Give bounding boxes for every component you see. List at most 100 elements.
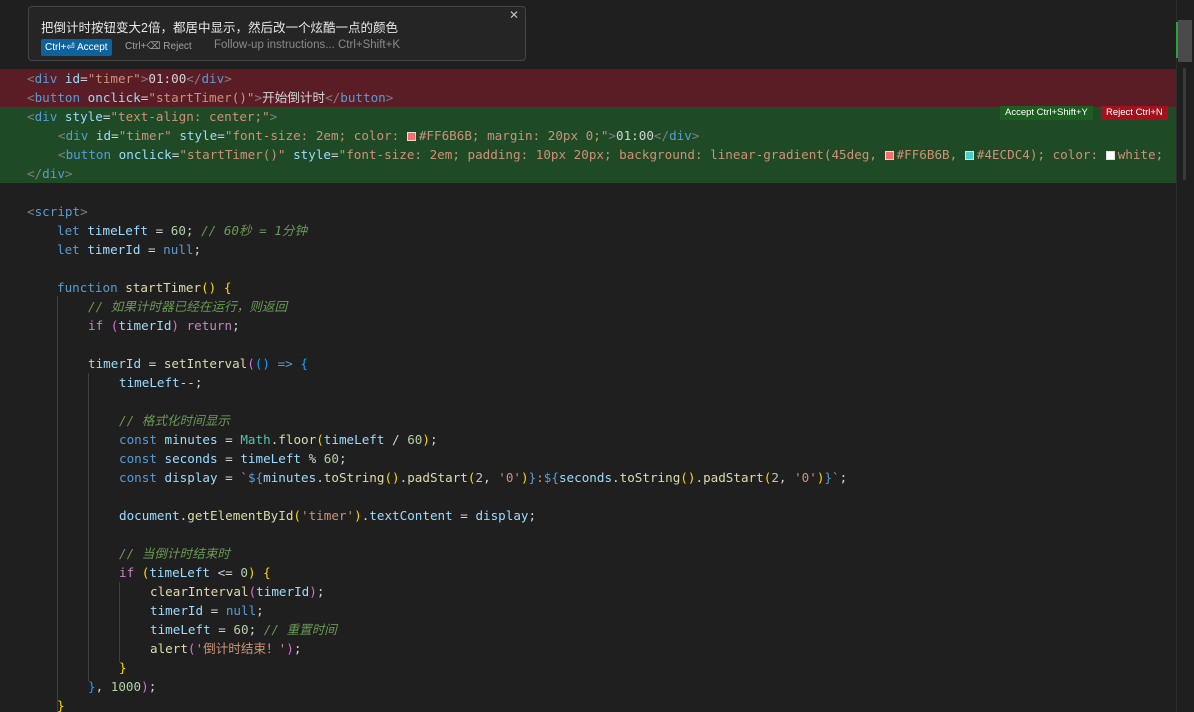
token: > [64,166,73,181]
code-line[interactable]: document.getElementById('timer').textCon… [0,506,1176,525]
code-line[interactable]: }, 1000); [0,677,1176,696]
code-line[interactable]: const seconds = timeLeft % 60; [0,449,1176,468]
token: button [340,90,386,105]
token: > [691,128,700,143]
token: . [612,470,620,485]
token: timerId [150,603,204,618]
token: ) [171,318,180,333]
reject-diff-button[interactable]: Reject Ctrl+N [1101,106,1168,120]
token: toString [323,470,385,485]
token: minutes [156,432,218,447]
code-line[interactable]: if (timeLeft <= 0) { [0,563,1176,582]
token: </ [27,166,43,181]
removed-line[interactable]: <div id="timer">01:00</div> [0,69,1176,88]
token: button [65,147,112,162]
close-icon[interactable]: ✕ [509,8,519,22]
token: => [270,356,301,371]
token: "timer" [87,71,141,86]
token: ) [354,508,362,523]
token: onclick [111,147,172,162]
token: script [34,204,81,219]
token: div [201,71,225,86]
code-line[interactable]: // 当倒计时结束时 [0,544,1176,563]
code-editor[interactable]: <div id="timer">01:00</div> <button oncl… [0,0,1176,712]
token: 'timer' [301,508,355,523]
token: < [27,204,35,219]
token: = [452,508,476,523]
token: ; [232,318,240,333]
token: null [225,603,257,618]
token: { [300,356,308,371]
code-line[interactable]: let timerId = null; [0,240,1176,259]
token: "text-align: center;" [110,109,270,124]
token: style [171,128,218,143]
code-line[interactable]: } [0,658,1176,677]
reject-button[interactable]: Ctrl+⌫ Reject [125,41,192,52]
token: { [216,280,232,295]
token: --; [179,375,203,390]
color-swatch[interactable] [884,151,894,160]
color-swatch[interactable] [406,132,416,141]
scrollbar-thumb[interactable] [1178,20,1192,62]
token: "startTimer()" [148,90,255,105]
code-line[interactable]: // 如果计时器已经在运行，则返回 [0,297,1176,316]
token: () [201,280,217,295]
token: ; [293,641,302,656]
code-line[interactable]: timerId = setInterval(() => { [0,354,1176,373]
code-line[interactable]: timeLeft--; [0,373,1176,392]
code-line[interactable]: const minutes = Math.floor(timeLeft / 60… [0,430,1176,449]
token: % [301,451,324,466]
token: 60 [170,223,186,238]
token: </ [186,71,202,86]
token: return [179,318,233,333]
code-line[interactable]: } [0,696,1176,712]
token: let [57,242,80,257]
token: ) [141,679,149,694]
token: "font-size: 2em; padding: 10px 20px; bac… [338,147,885,162]
token: = [148,223,171,238]
added-line[interactable]: <div id="timer" style="font-size: 2em; c… [0,126,1176,145]
removed-line[interactable]: <button onclick="startTimer()">开始倒计时</bu… [0,88,1176,107]
added-line[interactable]: <button onclick="startTimer()" style="fo… [0,145,1176,164]
token: < [27,90,35,105]
token: ` [832,470,840,485]
token: > [608,128,616,143]
token: '0' [498,470,521,485]
token: ) [286,641,294,656]
token: </ [653,128,670,143]
token: } [88,679,96,694]
code-line[interactable]: let timeLeft = 60; // 60秒 = 1分钟 [0,221,1176,240]
token: toString [619,470,681,485]
code-line[interactable]: clearInterval(timerId); [0,582,1176,601]
token: // 如果计时器已经在运行，则返回 [88,299,288,314]
token: #FF6B6B; margin: 20px 0;" [418,128,609,143]
token: . [316,470,324,485]
code-line[interactable]: alert('倒计时结束！'); [0,639,1176,658]
token: id [57,71,81,86]
code-line[interactable]: function startTimer() { [0,278,1176,297]
code-line[interactable]: <script> [0,202,1176,221]
code-line[interactable]: // 格式化时间显示 [0,411,1176,430]
code-line[interactable]: const display = `${minutes.toString().pa… [0,468,1176,487]
added-line[interactable]: </div> [0,164,1176,183]
code-line[interactable]: timeLeft = 60; // 重置时间 [0,620,1176,639]
token: ( [134,565,150,580]
token: "timer" [118,128,172,143]
token: ( [316,432,324,447]
token: < [58,147,66,162]
code-line[interactable]: if (timerId) return; [0,316,1176,335]
scrollbar-overview-marker [1183,68,1186,180]
accept-button[interactable]: Ctrl+⏎ Accept [41,39,112,56]
token: ; [248,622,264,637]
token: alert [150,641,188,656]
followup-input[interactable]: Follow-up instructions... Ctrl+Shift+K [214,39,400,51]
token: padStart [703,470,764,485]
token: > [385,90,394,105]
code-line[interactable]: timerId = null; [0,601,1176,620]
color-swatch[interactable] [1105,151,1115,160]
color-swatch[interactable] [964,151,974,160]
token: timeLeft [149,565,211,580]
token: '倒计时结束！' [195,641,287,656]
accept-diff-button[interactable]: Accept Ctrl+Shift+Y [1000,106,1093,120]
token: ) [247,565,256,580]
